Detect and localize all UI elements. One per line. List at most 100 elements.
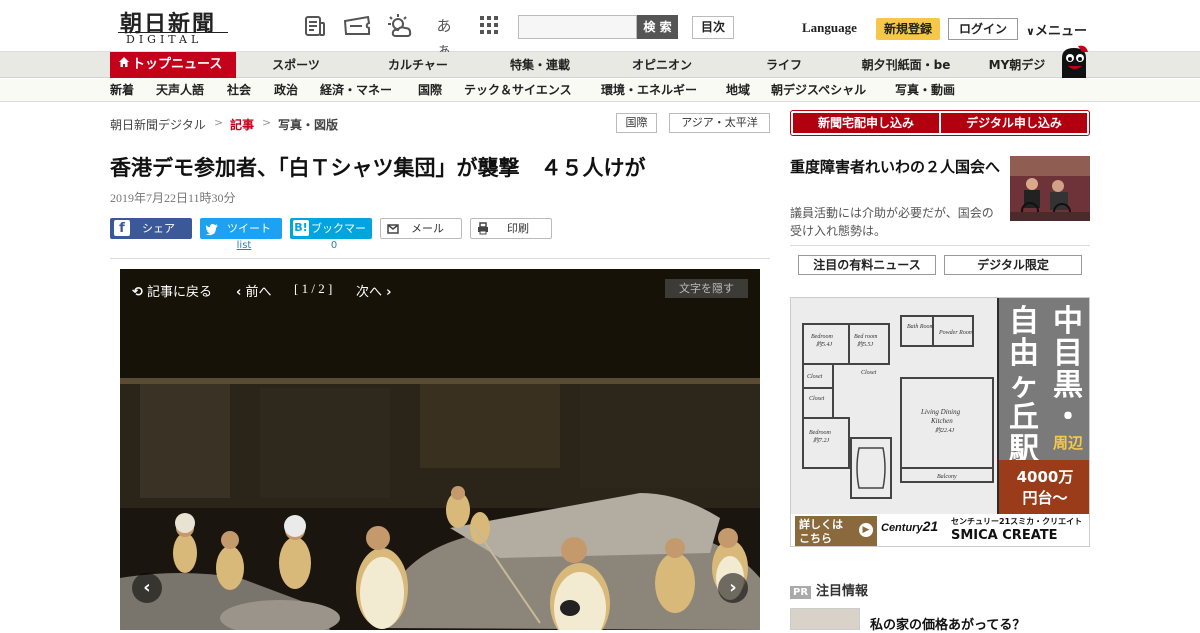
nav2-latest[interactable]: 新着 bbox=[110, 79, 134, 102]
nav2-tech-science[interactable]: テック＆サイエンス bbox=[464, 79, 572, 102]
ad-cta-button[interactable]: 詳しくは こちら ▶ bbox=[795, 516, 877, 546]
nav-top-news-label: トップニュース bbox=[132, 57, 223, 72]
apps-grid-icon[interactable] bbox=[476, 14, 502, 38]
pr-thumbnail[interactable] bbox=[790, 608, 860, 630]
breadcrumb-separator: > bbox=[262, 116, 272, 129]
nav2-special[interactable]: 朝デジスペシャル bbox=[771, 79, 866, 102]
next-link[interactable]: 次へ › bbox=[356, 281, 392, 300]
nav-newspaper[interactable]: 朝夕刊紙面・be bbox=[850, 52, 962, 78]
article-date: 2019年7月22日11時30分 bbox=[110, 191, 236, 205]
ad-room-size: 約5.4J bbox=[816, 340, 833, 348]
nav2-environment[interactable]: 環境・エネルギー bbox=[601, 79, 697, 102]
print-button[interactable]: 印刷 bbox=[470, 218, 552, 239]
prev-link[interactable]: ‹ 前へ bbox=[236, 281, 272, 300]
mascot-icon[interactable] bbox=[1056, 44, 1092, 78]
subscribe-digital-button[interactable]: デジタル申し込み bbox=[941, 113, 1087, 133]
weather-icon[interactable] bbox=[386, 14, 414, 38]
language-link[interactable]: Language bbox=[802, 20, 857, 36]
tag-international[interactable]: 国際 bbox=[616, 113, 657, 133]
mail-icon bbox=[387, 219, 401, 244]
ad-price: 4000万 円台〜 bbox=[999, 460, 1089, 514]
ad-room-label: Living Dining bbox=[920, 408, 961, 416]
ad-room-label: Closet bbox=[861, 370, 877, 376]
secondary-nav: 新着 天声人語 社会 政治 経済・マネー 国際 テック＆サイエンス 環境・エネル… bbox=[0, 79, 1200, 102]
ad-room-size: 約5.5J bbox=[857, 340, 874, 348]
news-photo bbox=[120, 378, 760, 630]
ad-room-label: Closet bbox=[807, 374, 823, 380]
print-label: 印刷 bbox=[507, 222, 529, 235]
ad-price-line2: 円台〜 bbox=[1022, 489, 1068, 507]
ad-room-label: Bath Room bbox=[907, 324, 934, 330]
featured-description: 議員活動には介助が必要だが、国会の受け入れ態勢は。 bbox=[790, 206, 994, 238]
nav-sports[interactable]: スポーツ bbox=[240, 52, 352, 78]
site-header: 朝日新聞 DIGITAL あぁ 検 索 目次 Language 新規登録 ログイ… bbox=[0, 0, 1200, 59]
twitter-label: ツイート bbox=[227, 222, 271, 235]
hide-text-button[interactable]: 文字を隠す bbox=[665, 279, 748, 298]
facebook-icon: f bbox=[114, 220, 130, 236]
breadcrumb-current: 写真・図版 bbox=[278, 118, 339, 132]
nav2-international[interactable]: 国際 bbox=[418, 79, 442, 102]
menu-label: メニュー bbox=[1034, 24, 1087, 39]
facebook-share-button[interactable]: f シェア bbox=[110, 218, 192, 239]
nav-culture[interactable]: カルチャー bbox=[362, 52, 474, 78]
mail-button[interactable]: メール bbox=[380, 218, 462, 239]
nav2-photo-video[interactable]: 写真・動画 bbox=[895, 79, 955, 102]
font-size-icon[interactable]: あぁ bbox=[430, 14, 458, 59]
chevron-right-icon: › bbox=[386, 285, 392, 300]
ad-room-label: Closet bbox=[809, 396, 825, 402]
play-icon: ▶ bbox=[859, 523, 873, 537]
index-button[interactable]: 目次 bbox=[692, 16, 734, 39]
hatena-icon: B! bbox=[293, 220, 309, 236]
menu-button[interactable]: ∨メニュー bbox=[1026, 20, 1087, 39]
breadcrumb-article[interactable]: 記事 bbox=[230, 116, 254, 133]
facebook-label: シェア bbox=[142, 222, 175, 235]
nav2-tenseijingo[interactable]: 天声人語 bbox=[156, 79, 204, 102]
nav-life[interactable]: ライフ bbox=[728, 52, 840, 78]
subscribe-home-button[interactable]: 新聞宅配申し込み bbox=[793, 113, 939, 133]
back-to-article-link[interactable]: ⟲ 記事に戻る bbox=[132, 281, 212, 300]
breadcrumb-home[interactable]: 朝日新聞デジタル bbox=[110, 116, 206, 133]
tag-asia-pacific[interactable]: アジア・太平洋 bbox=[669, 113, 770, 133]
pr-badge: PR bbox=[790, 586, 812, 599]
ad-room-label: Bedroom bbox=[811, 334, 833, 340]
site-logo[interactable]: 朝日新聞 DIGITAL bbox=[118, 6, 230, 46]
ticket-icon[interactable] bbox=[342, 14, 372, 38]
ad-room-label: Kitchen bbox=[930, 417, 953, 425]
photo-prev-arrow[interactable]: ‹ bbox=[132, 573, 162, 603]
ad-company-en: SMICA CREATE bbox=[951, 528, 1058, 543]
featured-thumbnail[interactable] bbox=[1010, 156, 1090, 221]
photo-next-arrow[interactable]: › bbox=[718, 573, 748, 603]
nav2-local[interactable]: 地域 bbox=[726, 79, 750, 102]
ad-living-label: Living Dining bbox=[920, 408, 961, 416]
nav-my-asahi[interactable]: MY朝デジ bbox=[972, 52, 1062, 78]
ad-price-line: 4000万 bbox=[1016, 468, 1074, 486]
print-icon bbox=[477, 219, 491, 244]
ad-room-size: 約22.4J bbox=[935, 426, 955, 434]
search-input[interactable] bbox=[518, 15, 637, 39]
ad-room-size: 約7.2J bbox=[813, 436, 830, 444]
mail-label: メール bbox=[411, 222, 444, 235]
signup-button[interactable]: 新規登録 bbox=[876, 18, 940, 40]
hatena-count: 0 bbox=[330, 240, 338, 251]
nav-features[interactable]: 特集・連載 bbox=[484, 52, 596, 78]
nav-opinion[interactable]: オピニオン bbox=[606, 52, 718, 78]
ad-area: 周辺 bbox=[1052, 434, 1083, 452]
twitter-share-button[interactable]: ツイート bbox=[200, 218, 282, 239]
nav2-economy[interactable]: 経済・マネー bbox=[320, 79, 392, 102]
hatena-bookmark-button[interactable]: B! ブックマーク bbox=[290, 218, 372, 256]
tab-paid-news[interactable]: 注目の有料ニュース bbox=[798, 255, 936, 275]
pr-item-link[interactable]: 私の家の価格あがってる？ bbox=[870, 614, 1025, 633]
nav2-politics[interactable]: 政治 bbox=[274, 79, 298, 102]
chevron-down-icon: ∨ bbox=[1026, 25, 1035, 38]
real-estate-ad[interactable]: Bedroom 約5.4J Bed room 約5.5J Bath Room P… bbox=[790, 297, 1090, 547]
nav2-society[interactable]: 社会 bbox=[227, 79, 251, 102]
twitter-list-link[interactable]: list bbox=[236, 240, 252, 251]
nav-top-news[interactable]: トップニュース bbox=[110, 52, 236, 78]
search-button[interactable]: 検 索 bbox=[637, 15, 678, 39]
twitter-icon bbox=[205, 218, 221, 246]
featured-title[interactable]: 重度障害者れいわの２人国会へ bbox=[790, 156, 1002, 178]
login-button[interactable]: ログイン bbox=[948, 18, 1018, 40]
newspaper-icon[interactable] bbox=[302, 14, 328, 38]
tab-digital-only[interactable]: デジタル限定 bbox=[944, 255, 1082, 275]
ad-footer: 詳しくは こちら ▶ Century21 センチュリー21スミカ・クリエイト SMI… bbox=[791, 514, 1089, 546]
